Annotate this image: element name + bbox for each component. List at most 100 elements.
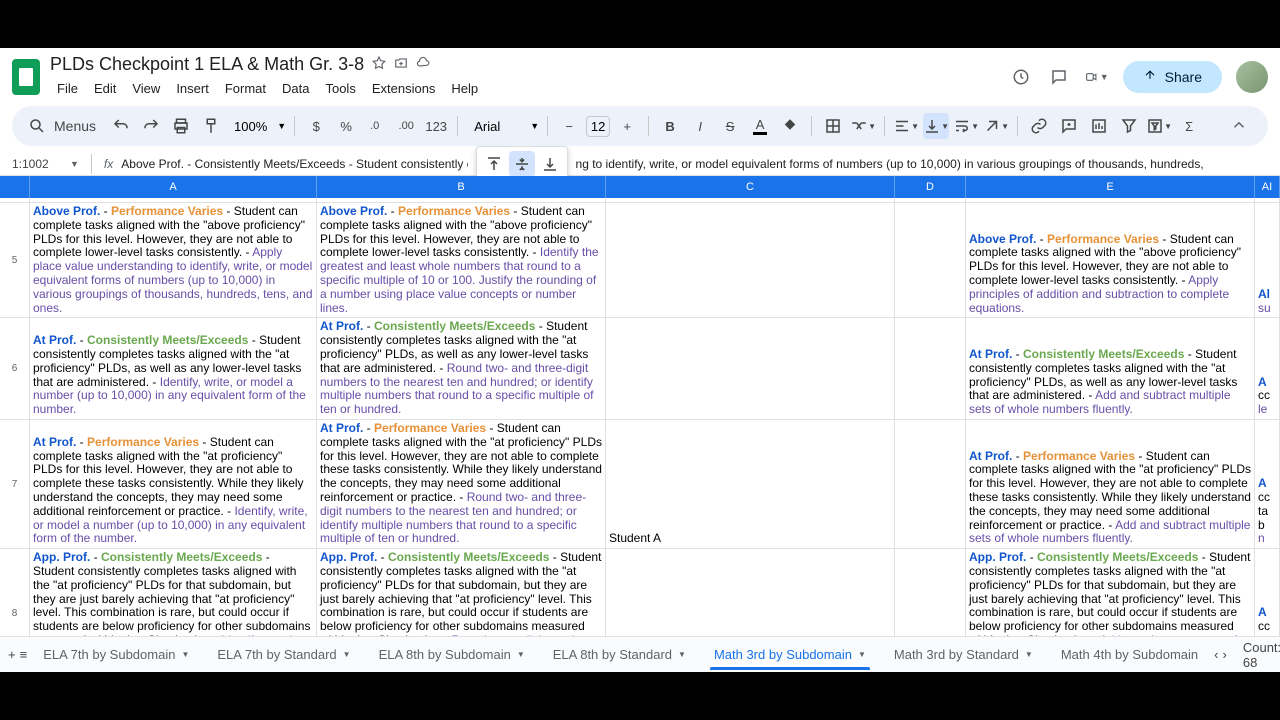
cell[interactable]: App. Prof. - Consistently Meets/Exceeds … <box>317 549 606 636</box>
cell[interactable]: At Prof. - Consistently Meets/Exceeds - … <box>966 318 1255 419</box>
merge-icon[interactable]: ▼ <box>850 113 876 139</box>
doc-title[interactable]: PLDs Checkpoint 1 ELA & Math Gr. 3-8 <box>50 54 364 75</box>
increase-font-icon[interactable]: + <box>614 113 640 139</box>
formula-bar[interactable]: Above Prof. - Consistently Meets/Exceeds… <box>121 157 467 171</box>
wrap-icon[interactable]: ▼ <box>953 113 979 139</box>
cloud-icon[interactable] <box>416 54 430 75</box>
percent-icon[interactable]: % <box>333 113 359 139</box>
move-icon[interactable] <box>394 54 408 75</box>
cell[interactable] <box>895 420 966 548</box>
redo-icon[interactable] <box>138 113 164 139</box>
increase-decimal-icon[interactable]: .00 <box>393 113 419 139</box>
menu-view[interactable]: View <box>125 77 167 100</box>
formula-bar-cont[interactable]: ng to identify, write, or model equivale… <box>576 157 1268 171</box>
cell[interactable]: At Prof. - Performance Varies - Student … <box>30 420 317 548</box>
cell[interactable] <box>606 203 895 317</box>
history-icon[interactable] <box>1009 65 1033 89</box>
valign-top-icon[interactable] <box>481 151 507 177</box>
col-header-f[interactable]: AI <box>1255 176 1280 198</box>
cell[interactable]: Accle <box>1255 318 1280 419</box>
chevron-down-icon[interactable]: ▼ <box>343 650 351 659</box>
cell[interactable] <box>606 549 895 636</box>
sheet-tab[interactable]: ELA 7th by Subdomain▼ <box>31 639 201 670</box>
cell[interactable]: Above Prof. - Performance Varies - Stude… <box>30 203 317 317</box>
scroll-tabs-left-icon[interactable]: ‹ <box>1214 642 1218 668</box>
sheets-logo[interactable] <box>12 59 40 95</box>
sheet-tab[interactable]: ELA 7th by Standard▼ <box>205 639 362 670</box>
sheet-tab-active[interactable]: Math 3rd by Subdomain▼ <box>702 639 878 670</box>
cell[interactable]: At Prof. - Performance Varies - Student … <box>966 420 1255 548</box>
cell[interactable]: Alsu <box>1255 203 1280 317</box>
chevron-down-icon[interactable]: ▼ <box>181 650 189 659</box>
col-header-c[interactable]: C <box>606 176 895 198</box>
text-color-icon[interactable]: A <box>747 113 773 139</box>
link-icon[interactable] <box>1026 113 1052 139</box>
scroll-tabs-right-icon[interactable]: › <box>1223 642 1227 668</box>
menu-file[interactable]: File <box>50 77 85 100</box>
sheet-tab[interactable]: ELA 8th by Standard▼ <box>541 639 698 670</box>
valign-icon[interactable]: ▼ <box>923 113 949 139</box>
functions-icon[interactable]: Σ <box>1176 113 1202 139</box>
menu-help[interactable]: Help <box>444 77 485 100</box>
filter-icon[interactable] <box>1116 113 1142 139</box>
chart-icon[interactable] <box>1086 113 1112 139</box>
decrease-font-icon[interactable]: − <box>556 113 582 139</box>
selection-count[interactable]: Count: 68▼ <box>1231 636 1280 674</box>
sheet-tab[interactable]: Math 4th by Subdomain <box>1049 639 1210 670</box>
share-button[interactable]: Share <box>1123 61 1222 93</box>
name-box[interactable]: 1:1002 <box>12 157 62 171</box>
print-icon[interactable] <box>168 113 194 139</box>
cell[interactable]: At Prof. - Consistently Meets/Exceeds - … <box>317 318 606 419</box>
col-header-d[interactable]: D <box>895 176 966 198</box>
select-all-corner[interactable] <box>0 176 30 198</box>
bold-icon[interactable]: B <box>657 113 683 139</box>
cell[interactable] <box>895 318 966 419</box>
menu-extensions[interactable]: Extensions <box>365 77 443 100</box>
row-header[interactable]: 8 <box>0 549 30 636</box>
italic-icon[interactable]: I <box>687 113 713 139</box>
cell[interactable]: At Prof. - Consistently Meets/Exceeds - … <box>30 318 317 419</box>
undo-icon[interactable] <box>108 113 134 139</box>
star-icon[interactable] <box>372 54 386 75</box>
strikethrough-icon[interactable]: S <box>717 113 743 139</box>
cell[interactable]: Student A <box>606 420 895 548</box>
rotate-icon[interactable]: ▼ <box>983 113 1009 139</box>
borders-icon[interactable] <box>820 113 846 139</box>
cell[interactable]: Above Prof. - Performance Varies - Stude… <box>317 203 606 317</box>
menu-format[interactable]: Format <box>218 77 273 100</box>
sheet-tab[interactable]: ELA 8th by Subdomain▼ <box>367 639 537 670</box>
chevron-down-icon[interactable]: ▼ <box>678 650 686 659</box>
valign-bottom-icon[interactable] <box>537 151 563 177</box>
currency-icon[interactable]: $ <box>303 113 329 139</box>
chevron-down-icon[interactable]: ▼ <box>1025 650 1033 659</box>
menu-edit[interactable]: Edit <box>87 77 123 100</box>
collapse-toolbar-icon[interactable] <box>1230 116 1248 137</box>
avatar[interactable] <box>1236 61 1268 93</box>
row-header[interactable]: 6 <box>0 318 30 419</box>
menu-tools[interactable]: Tools <box>318 77 362 100</box>
cell[interactable]: App. Prof. - Consistently Meets/Exceeds … <box>966 549 1255 636</box>
paint-format-icon[interactable] <box>198 113 224 139</box>
col-header-e[interactable]: E <box>966 176 1255 198</box>
col-header-a[interactable]: A <box>30 176 317 198</box>
col-header-b[interactable]: B <box>317 176 606 198</box>
meet-icon[interactable]: ▼ <box>1085 65 1109 89</box>
cell[interactable]: Acc pr bw <box>1255 549 1280 636</box>
row-header[interactable]: 7 <box>0 420 30 548</box>
all-sheets-icon[interactable]: ≡ <box>20 642 28 668</box>
menu-insert[interactable]: Insert <box>169 77 216 100</box>
cell[interactable]: App. Prof. - Consistently Meets/Exceeds … <box>30 549 317 636</box>
valign-middle-icon[interactable] <box>509 151 535 177</box>
add-sheet-icon[interactable]: + <box>8 642 16 668</box>
cell[interactable]: Above Prof. - Performance Varies - Stude… <box>966 203 1255 317</box>
row-header[interactable]: 5 <box>0 203 30 317</box>
search-menus-icon[interactable] <box>24 113 50 139</box>
fill-color-icon[interactable] <box>777 113 803 139</box>
number-format-icon[interactable]: 123 <box>423 113 449 139</box>
chevron-down-icon[interactable]: ▼ <box>858 650 866 659</box>
filter-views-icon[interactable]: ▼ <box>1146 113 1172 139</box>
chevron-down-icon[interactable]: ▼ <box>517 650 525 659</box>
cell[interactable] <box>895 549 966 636</box>
menu-data[interactable]: Data <box>275 77 316 100</box>
comment-add-icon[interactable] <box>1056 113 1082 139</box>
